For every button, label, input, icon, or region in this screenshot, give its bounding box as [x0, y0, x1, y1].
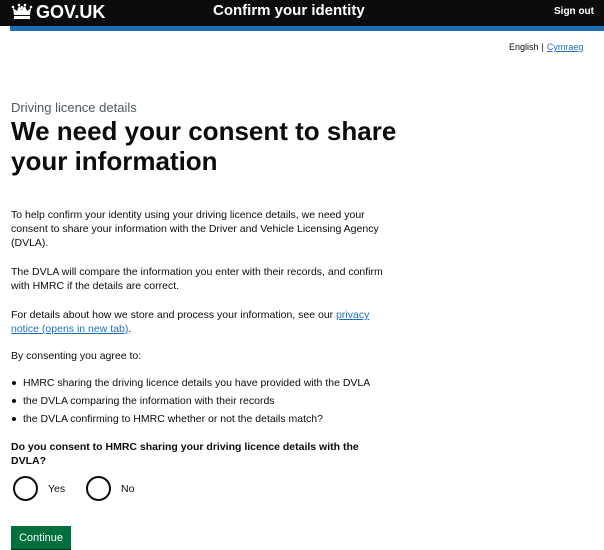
language-separator: |: [541, 42, 544, 52]
radio-yes-label[interactable]: Yes: [48, 483, 65, 495]
language-link-cymraeg[interactable]: Cymraeg: [547, 42, 584, 52]
continue-button[interactable]: Continue: [11, 526, 71, 549]
privacy-prefix: For details about how we store and proce…: [11, 309, 337, 321]
service-name-link[interactable]: Confirm your identity: [213, 2, 365, 19]
consent-intro: By consenting you agree to:: [11, 350, 142, 362]
radio-no-label[interactable]: No: [121, 483, 134, 495]
radio-circle-icon[interactable]: [86, 476, 111, 501]
govuk-logo-link[interactable]: GOV.UK: [11, 2, 105, 22]
page-title: We need your consent to share your infor…: [11, 116, 397, 176]
crown-icon: [11, 3, 33, 19]
logo-text: GOV.UK: [36, 1, 106, 22]
dvla-compare-paragraph: The DVLA will compare the information yo…: [11, 266, 383, 292]
site-header: GOV.UK Confirm your identity Sign out: [0, 0, 604, 26]
language-toggle: English | Cymraeg: [509, 42, 583, 52]
consent-question: Do you consent to HMRC sharing your driv…: [11, 441, 359, 467]
list-item: HMRC sharing the driving licence details…: [11, 376, 370, 394]
list-item: the DVLA comparing the information with …: [11, 394, 370, 412]
privacy-paragraph: For details about how we store and proce…: [11, 308, 396, 336]
consent-list: HMRC sharing the driving licence details…: [11, 376, 370, 430]
page-caption: Driving licence details: [11, 100, 137, 115]
radio-yes[interactable]: Yes: [13, 476, 65, 501]
intro-paragraph: To help confirm your identity using your…: [11, 209, 379, 249]
radio-no[interactable]: No: [86, 476, 134, 501]
radio-circle-icon[interactable]: [13, 476, 38, 501]
language-current: English: [509, 42, 539, 52]
privacy-suffix: .: [128, 323, 132, 335]
sign-out-link[interactable]: Sign out: [554, 6, 594, 17]
header-underline: [10, 26, 604, 31]
list-item: the DVLA confirming to HMRC whether or n…: [11, 412, 370, 430]
